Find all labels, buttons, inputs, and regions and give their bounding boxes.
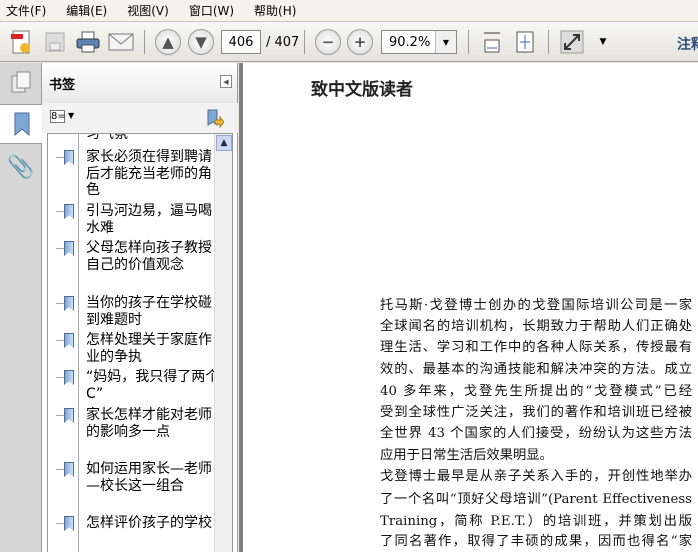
navigation-pane: 📎: [0, 63, 43, 552]
bookmark-list: 习气氛 家长必须在得到聘请后才能充当老师的角色 引马河边易，逼马喝水难 父母怎样…: [47, 133, 233, 552]
zoom-in-button[interactable]: +: [347, 29, 373, 55]
options-icon[interactable]: 8=: [50, 110, 66, 123]
menu-edit[interactable]: 编辑(E): [66, 2, 107, 19]
arrow-down-icon: ▼: [188, 29, 214, 55]
plus-icon: +: [347, 29, 373, 55]
page-total: / 407: [266, 35, 300, 50]
pages-tab[interactable]: [0, 63, 42, 103]
arrow-up-icon: ▲: [155, 29, 181, 55]
pdf-page: 致中文版读者 托马斯·戈登博士创办的戈登国际培训公司是一家 全球闻名的培训机构，…: [243, 63, 698, 552]
body-line: 全世界 43 个国家的人们接受，纷纷认为这些方法: [380, 426, 692, 441]
zoom-value: 90.2%: [389, 34, 431, 50]
comment-button[interactable]: 注释: [677, 34, 698, 54]
body-line: 了一个名叫“顶好父母培训”(Parent Effectiveness: [380, 492, 692, 507]
bookmark-item[interactable]: 如何运用家长—老师—校长这一组合: [56, 461, 222, 494]
bookmark-icon: [64, 370, 74, 385]
body-line: Training，简称 P.E.T.）的培训班，并策划出版: [380, 514, 692, 529]
create-pdf-icon: [11, 30, 30, 54]
menu-bar: 文件(F) 编辑(E) 视图(V) 窗口(W) 帮助(H): [0, 0, 698, 22]
bookmark-icon: [64, 333, 74, 348]
print-button[interactable]: [75, 29, 101, 55]
separator: [144, 30, 145, 54]
bookmark-icon: [64, 150, 74, 165]
menu-file[interactable]: 文件(F): [6, 2, 46, 19]
body-line: 受到全球性广泛关注，我们的著作和培训班已经被: [380, 405, 692, 420]
bookmark-item[interactable]: 怎样评价孩子的学校: [56, 515, 222, 532]
scroll-up-icon[interactable]: ▲: [216, 135, 232, 151]
bookmark-item[interactable]: 父母怎样向孩子教授自己的价值观念: [56, 240, 222, 273]
previous-page-button[interactable]: ▲: [155, 29, 181, 55]
body-line: 全球闻名的培训机构，长期致力于帮助人们正确处: [380, 319, 692, 334]
page-heading: 致中文版读者: [311, 80, 413, 100]
bookmark-item[interactable]: 家长必须在得到聘请后才能充当老师的角色: [56, 149, 222, 199]
toolbar-overflow-icon[interactable]: ▼: [590, 29, 616, 55]
bookmarks-tab[interactable]: [0, 104, 43, 144]
bookmark-scrollbar[interactable]: ▲: [214, 134, 232, 552]
collapse-panel-button[interactable]: ◀: [220, 75, 232, 88]
body-line: 效的、最基本的沟通技能和解决冲突的方法。成立: [380, 362, 692, 377]
fit-page-button[interactable]: [512, 29, 538, 55]
bookmark-icon: [64, 204, 74, 219]
bookmark-item[interactable]: 当你的孩子在学校碰到难题时: [56, 295, 222, 328]
toolbar: ▲ ▼ 406 / 407 − + 90.2%▼ ▼ 注释: [0, 22, 698, 62]
options-dropdown-icon[interactable]: ▼: [68, 111, 74, 120]
zoom-select[interactable]: 90.2% ▼: [381, 30, 457, 54]
attachments-tab[interactable]: 📎: [0, 147, 42, 187]
page-number-input[interactable]: 406: [221, 30, 261, 54]
body-line: 应用于日常生活后效果明显。: [380, 448, 553, 463]
bookmarks-panel: 书签 ◀ 8= ▼ 习气氛 家长必须在得到聘请后才能充当老师的角色 引马河边易，逼…: [42, 63, 238, 552]
full-screen-button[interactable]: [559, 29, 585, 55]
expand-icon: [560, 30, 584, 54]
bookmark-item[interactable]: 引马河边易，逼马喝水难: [56, 203, 222, 236]
bookmark-icon: [14, 112, 29, 137]
envelope-icon: [108, 33, 134, 51]
bookmark-item[interactable]: 怎样处理关于家庭作业的争执: [56, 332, 222, 365]
save-button[interactable]: [42, 29, 68, 55]
printer-icon: [76, 31, 100, 53]
create-pdf-button[interactable]: [8, 29, 34, 55]
zoom-out-button[interactable]: −: [315, 29, 341, 55]
body-line: 40 多年来，戈登先生所提出的“戈登模式”已经: [380, 384, 692, 399]
body-line: 了同名著作，取得了丰硕的成果，因而也得名“家: [380, 534, 692, 549]
menu-view[interactable]: 视图(V): [127, 2, 169, 19]
email-button[interactable]: [108, 29, 134, 55]
bookmark-item[interactable]: 习气氛: [86, 134, 222, 143]
bookmark-icon: [64, 241, 74, 256]
bookmark-expand-icon: [207, 109, 225, 129]
bookmark-icon: [64, 296, 74, 311]
save-icon: [45, 32, 65, 52]
separator: [304, 30, 305, 54]
bookmark-icon: [64, 516, 74, 531]
panel-title: 书签: [49, 77, 76, 93]
separator: [468, 30, 469, 54]
body-line: 戈登博士最早是从亲子关系入手的，开创性地举办: [380, 469, 692, 484]
chevron-down-icon[interactable]: ▼: [435, 31, 456, 53]
menu-window[interactable]: 窗口(W): [189, 2, 234, 19]
pages-icon: [11, 71, 31, 93]
expand-bookmark-button[interactable]: [206, 108, 225, 132]
minus-icon: −: [315, 29, 341, 55]
bookmark-item[interactable]: 家长怎样才能对老师的影响多一点: [56, 407, 222, 440]
bookmark-icon: [64, 462, 74, 477]
paperclip-icon: 📎: [7, 154, 35, 180]
document-view[interactable]: 致中文版读者 托马斯·戈登博士创办的戈登国际培训公司是一家 全球闻名的培训机构，…: [239, 63, 698, 552]
bookmark-item[interactable]: “妈妈，我只得了两个C”: [56, 369, 222, 402]
body-line: 理生活、学习和工作中的各种人际关系，传授最有: [380, 340, 692, 355]
body-line: 托马斯·戈登博士创办的戈登国际培训公司是一家: [380, 298, 692, 313]
next-page-button[interactable]: ▼: [188, 29, 214, 55]
fit-width-icon: [484, 32, 500, 53]
fit-page-icon: [516, 31, 534, 53]
separator: [548, 30, 549, 54]
menu-help[interactable]: 帮助(H): [254, 2, 296, 19]
fit-width-button[interactable]: [479, 29, 505, 55]
bookmark-icon: [64, 408, 74, 423]
